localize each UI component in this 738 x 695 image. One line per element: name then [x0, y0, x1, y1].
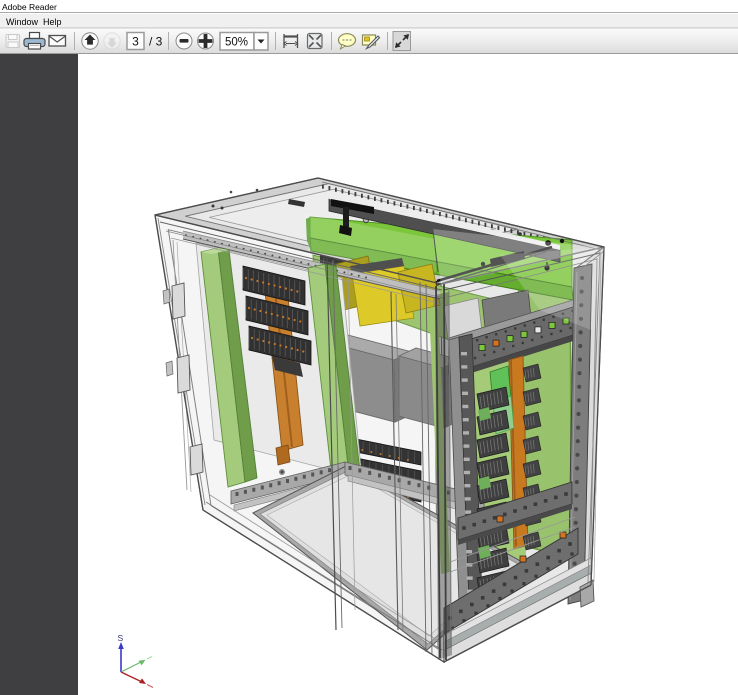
svg-text:S: S [118, 633, 124, 643]
